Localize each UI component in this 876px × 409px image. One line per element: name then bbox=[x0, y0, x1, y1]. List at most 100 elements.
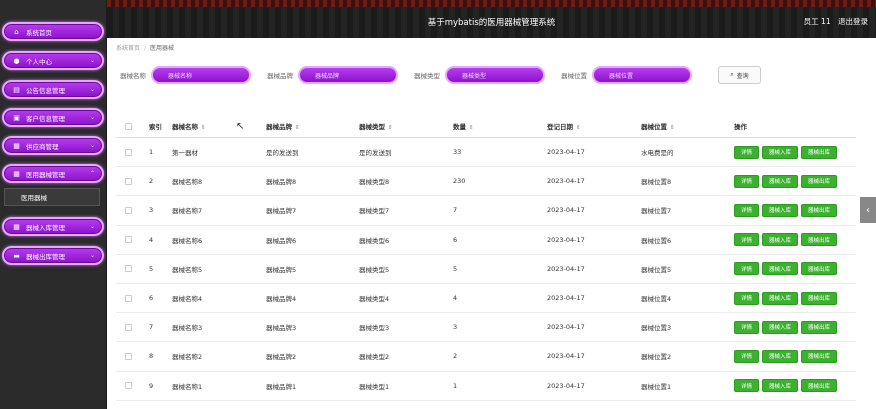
detail-button[interactable]: 详情 bbox=[734, 262, 760, 276]
row-checkbox[interactable] bbox=[125, 265, 132, 273]
chevron-icon: ⌃ bbox=[89, 170, 95, 177]
sidebar-item-0[interactable]: ⌂ 系统首页 bbox=[2, 22, 104, 41]
row-checkbox[interactable] bbox=[125, 236, 132, 244]
sort-icon[interactable]: ⇕ bbox=[469, 125, 474, 131]
detail-button[interactable]: 详情 bbox=[734, 291, 760, 305]
detail-button[interactable]: 详情 bbox=[734, 233, 760, 247]
row-checkbox-cell bbox=[116, 382, 149, 390]
stock-in-button[interactable]: 器械入库 bbox=[762, 320, 799, 334]
header-type[interactable]: 器械类型 ⇕ bbox=[359, 121, 453, 131]
stock-out-button[interactable]: 器械出库 bbox=[801, 233, 838, 247]
stock-out-button[interactable]: 器械出库 bbox=[801, 262, 838, 276]
row-checkbox[interactable] bbox=[125, 148, 132, 156]
user-icon: ● bbox=[13, 56, 20, 65]
row-checkbox[interactable] bbox=[125, 177, 132, 185]
header-name[interactable]: 器械名称 ⇕ bbox=[172, 121, 266, 131]
search-button[interactable]: ⌕ 查询 bbox=[718, 66, 761, 84]
search-input-brand[interactable]: 器械品牌 bbox=[298, 66, 398, 84]
stock-in-button[interactable]: 器械入库 bbox=[762, 174, 799, 188]
stock-in-button[interactable]: 器械入库 bbox=[762, 379, 799, 393]
stock-out-button[interactable]: 器械出库 bbox=[801, 320, 838, 334]
stock-out-button[interactable]: 器械出库 bbox=[801, 291, 838, 305]
row-checkbox-cell bbox=[116, 236, 149, 244]
sort-icon[interactable]: ⇕ bbox=[576, 125, 581, 131]
search-button-label: 查询 bbox=[736, 72, 749, 80]
submenu-item-medical-device[interactable]: 医用器械 bbox=[4, 188, 100, 206]
detail-button[interactable]: 详情 bbox=[734, 203, 760, 217]
detail-button[interactable]: 详情 bbox=[734, 174, 760, 188]
grid-icon: ▦ bbox=[13, 222, 20, 231]
cell-location: 器械位置6 bbox=[641, 236, 672, 245]
header-ops: 操作 bbox=[734, 123, 747, 131]
stock-out-button[interactable]: 器械出库 bbox=[801, 203, 838, 217]
sidebar-item-label: 个人中心 bbox=[26, 57, 52, 66]
logout-link[interactable]: 退出登录 bbox=[838, 17, 868, 26]
breadcrumb-home[interactable]: 系统首页 bbox=[116, 45, 140, 52]
sidebar-item-3[interactable]: ▣ 客户信息管理 ⌄ bbox=[2, 108, 104, 127]
stock-out-button[interactable]: 器械出库 bbox=[801, 145, 838, 159]
header-date[interactable]: 登记日期 ⇕ bbox=[547, 121, 641, 131]
cell-type: 器械类型8 bbox=[359, 178, 390, 187]
sort-icon[interactable]: ⇕ bbox=[670, 125, 675, 131]
select-all-checkbox[interactable] bbox=[125, 122, 132, 130]
sidebar-item-7[interactable]: ▬ 器械出库管理 ⌄ bbox=[2, 246, 104, 265]
header-location[interactable]: 器械位置 ⇕ bbox=[641, 121, 734, 131]
sidebar-item-2[interactable]: ▤ 公告信息管理 ⌄ bbox=[2, 80, 104, 99]
sidebar-item-6[interactable]: ▦ 器械入库管理 ⌄ bbox=[2, 217, 104, 236]
row-checkbox-cell bbox=[116, 352, 149, 360]
cell-location: 水电费是的 bbox=[641, 149, 674, 158]
sort-icon[interactable]: ⇕ bbox=[388, 125, 393, 131]
device-table: 索引 器械名称 ⇕ 器械品牌 ⇕ 器械类型 ⇕ 数量 ⇕ 登记日期 ⇕ 器械位置 ⇕ 操作 … bbox=[116, 115, 856, 401]
sidebar-item-1[interactable]: ● 个人中心 ⌄ bbox=[2, 51, 104, 70]
sidebar-item-4[interactable]: ▦ 供应商管理 ⌄ bbox=[2, 136, 104, 155]
cell-type: 器械类型6 bbox=[359, 236, 390, 245]
cell-location: 器械位置5 bbox=[641, 265, 672, 274]
search-input-location[interactable]: 器械位置 bbox=[592, 66, 692, 84]
cell-actions: 详情 器械入库 器械出库 bbox=[734, 145, 856, 159]
row-checkbox[interactable] bbox=[125, 382, 132, 390]
cell-type: 器械类型5 bbox=[359, 265, 390, 274]
sort-icon[interactable]: ⇕ bbox=[201, 125, 206, 131]
row-checkbox[interactable] bbox=[125, 323, 132, 331]
stock-in-button[interactable]: 器械入库 bbox=[762, 349, 799, 363]
search-input-type[interactable]: 器械类型 bbox=[445, 66, 545, 84]
stock-in-button[interactable]: 器械入库 bbox=[762, 203, 799, 217]
stock-in-button[interactable]: 器械入库 bbox=[762, 233, 799, 247]
detail-button[interactable]: 详情 bbox=[734, 145, 760, 159]
stock-out-button[interactable]: 器械出库 bbox=[801, 174, 838, 188]
cell-location: 器械位置3 bbox=[641, 324, 672, 333]
detail-button[interactable]: 详情 bbox=[734, 320, 760, 334]
cell-date: 2023-04-17 bbox=[547, 177, 585, 186]
header-brand[interactable]: 器械品牌 ⇕ bbox=[266, 121, 359, 131]
stock-in-button[interactable]: 器械入库 bbox=[762, 291, 799, 305]
stock-in-button[interactable]: 器械入库 bbox=[762, 262, 799, 276]
header-qty[interactable]: 数量 ⇕ bbox=[453, 121, 547, 131]
cell-qty: 1 bbox=[453, 381, 458, 390]
table-row: 7 器械名称3 器械品牌3 器械类型3 3 2023-04-17 器械位置3 详情 器械入库 器械… bbox=[116, 313, 856, 343]
header-index: 索引 bbox=[149, 123, 162, 131]
sort-icon[interactable]: ⇕ bbox=[295, 125, 300, 131]
stock-in-button[interactable]: 器械入库 bbox=[762, 145, 799, 159]
search-input-name[interactable]: 器械名称 bbox=[151, 66, 251, 84]
cell-qty: 3 bbox=[453, 323, 458, 332]
cell-actions: 详情 器械入库 器械出库 bbox=[734, 203, 856, 217]
cell-qty: 5 bbox=[453, 264, 458, 273]
sidebar-item-5[interactable]: ▦ 医用器械管理 ⌃ bbox=[2, 164, 104, 183]
row-checkbox[interactable] bbox=[125, 206, 132, 214]
user-name: 员工 11 bbox=[803, 17, 831, 26]
stock-out-button[interactable]: 器械出库 bbox=[801, 349, 838, 363]
row-checkbox[interactable] bbox=[125, 352, 132, 360]
detail-button[interactable]: 详情 bbox=[734, 379, 760, 393]
cell-date: 2023-04-17 bbox=[547, 148, 585, 157]
header-checkbox-cell bbox=[116, 122, 149, 130]
collapse-arrow-icon[interactable]: ‹ bbox=[860, 197, 876, 223]
cell-name: 器械名称4 bbox=[172, 295, 203, 304]
table-header-row: 索引 器械名称 ⇕ 器械品牌 ⇕ 器械类型 ⇕ 数量 ⇕ 登记日期 ⇕ 器械位置 ⇕ 操作 bbox=[116, 115, 856, 138]
header-location-label: 器械位置 bbox=[641, 123, 667, 131]
row-checkbox[interactable] bbox=[125, 294, 132, 302]
stock-out-button[interactable]: 器械出库 bbox=[801, 379, 838, 393]
cell-name: 器械名称7 bbox=[172, 207, 203, 216]
cell-brand: 器械品牌6 bbox=[266, 236, 297, 245]
detail-button[interactable]: 详情 bbox=[734, 349, 760, 363]
cell-date: 2023-04-17 bbox=[547, 381, 585, 390]
